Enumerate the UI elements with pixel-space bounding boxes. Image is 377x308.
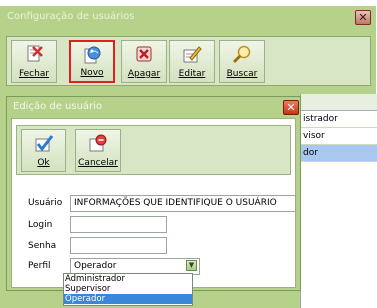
dialog-body: Ok Cancelar Usuário INFORMAÇÕES QUE IDEN… <box>11 118 296 288</box>
ok-check-icon <box>35 135 53 152</box>
close-doc-icon <box>27 45 43 62</box>
edit-pencil-icon <box>183 46 202 63</box>
novo-label: Novo <box>80 68 104 78</box>
window-close-button[interactable]: ✕ <box>355 10 371 25</box>
edit-user-dialog: Edição de usuário ✕ Ok Cancelar Usuário … <box>6 96 301 291</box>
perfil-option-selected[interactable]: Operador <box>64 294 192 304</box>
editar-button[interactable]: Editar <box>169 40 215 83</box>
apagar-button[interactable]: Apagar <box>121 40 167 83</box>
login-field[interactable] <box>70 216 167 233</box>
table-row[interactable]: visor <box>301 128 377 145</box>
cancel-icon <box>89 134 107 152</box>
senha-label: Senha <box>28 241 57 251</box>
new-globe-icon <box>84 46 101 64</box>
table-row-selected[interactable]: dor <box>301 145 377 162</box>
users-grid: istrador visor dor <box>300 94 377 308</box>
fechar-button[interactable]: Fechar <box>11 40 57 83</box>
grid-header <box>301 94 377 111</box>
ok-button[interactable]: Ok <box>21 129 66 172</box>
buscar-label: Buscar <box>226 69 258 79</box>
dialog-title: Edição de usuário <box>13 101 103 112</box>
perfil-selected-value: Operador <box>74 261 117 271</box>
perfil-dropdown-list: Administrador Supervisor Operador <box>63 273 193 306</box>
search-magnifier-icon <box>232 45 251 64</box>
close-icon: ✕ <box>286 101 296 114</box>
window-title: Configuração de usuários <box>7 11 135 22</box>
ok-label: Ok <box>37 158 50 168</box>
apagar-label: Apagar <box>127 69 161 79</box>
dialog-toolbar: Ok Cancelar <box>16 125 291 175</box>
dialog-close-button[interactable]: ✕ <box>283 100 299 115</box>
login-label: Login <box>28 220 53 230</box>
perfil-option[interactable]: Supervisor <box>64 284 192 294</box>
cancelar-button[interactable]: Cancelar <box>75 129 121 172</box>
perfil-label: Perfil <box>28 261 51 271</box>
senha-field[interactable] <box>70 237 167 254</box>
buscar-button[interactable]: Buscar <box>219 40 265 83</box>
editar-label: Editar <box>178 69 206 79</box>
main-toolbar: Fechar Novo Apagar Editar Buscar <box>6 36 371 86</box>
close-icon: ✕ <box>358 11 368 24</box>
novo-button[interactable]: Novo <box>69 40 115 83</box>
perfil-option[interactable]: Administrador <box>64 274 192 284</box>
table-row[interactable]: istrador <box>301 111 377 128</box>
fechar-label: Fechar <box>18 69 50 79</box>
chevron-down-icon[interactable]: ▼ <box>186 260 197 271</box>
cancelar-label: Cancelar <box>78 158 118 168</box>
usuario-label: Usuário <box>28 198 63 208</box>
usuario-field[interactable]: INFORMAÇÕES QUE IDENTIFIQUE O USUÁRIO <box>70 195 296 212</box>
delete-x-icon <box>136 46 152 62</box>
